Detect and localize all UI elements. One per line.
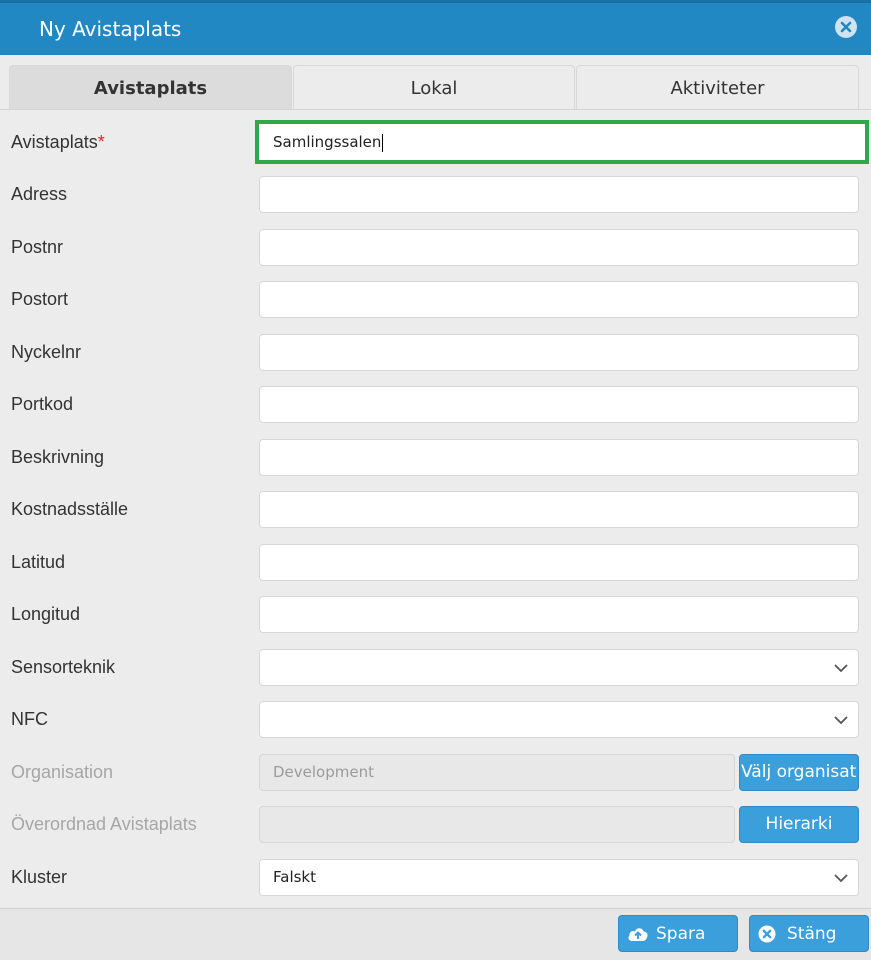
dialog-header: Ny Avistaplats xyxy=(0,0,871,55)
postnr-input[interactable] xyxy=(259,229,859,266)
close-circle-icon xyxy=(758,925,776,943)
portkod-input[interactable] xyxy=(259,386,859,423)
form-row-nfc: NFC xyxy=(0,693,871,745)
beskrivning-input[interactable] xyxy=(259,439,859,476)
sensorteknik-select[interactable] xyxy=(259,649,859,686)
kostnadsstalle-input[interactable] xyxy=(259,491,859,528)
close-label: Stäng xyxy=(787,924,837,944)
form-row-kostnadsstalle: Kostnadsställe xyxy=(0,483,871,535)
sensorteknik-label: Sensorteknik xyxy=(11,657,116,677)
adress-input[interactable] xyxy=(259,176,859,213)
form-row-nyckelnr: Nyckelnr xyxy=(0,326,871,378)
form-row-beskrivning: Beskrivning xyxy=(0,431,871,483)
organisation-input: Development xyxy=(259,754,735,791)
tab-avistaplats[interactable]: Avistaplats xyxy=(9,65,292,109)
postort-label: Postort xyxy=(11,289,69,309)
avistaplats-label-text: Avistaplats xyxy=(11,132,98,152)
form-row-adress: Adress xyxy=(0,168,871,220)
kostnadsstalle-label: Kostnadsställe xyxy=(11,499,129,519)
overordnad-label: Överordnad Avistaplats xyxy=(11,814,197,834)
adress-label: Adress xyxy=(11,184,68,204)
latitud-label: Latitud xyxy=(11,552,66,572)
hierarchy-button[interactable]: Hierarki xyxy=(739,806,859,843)
avistaplats-label: Avistaplats* xyxy=(11,116,105,168)
avistaplats-value: Samlingssalen xyxy=(273,133,382,151)
chevron-down-icon xyxy=(834,874,848,883)
form-row-overordnad: Överordnad Avistaplats Hierarki xyxy=(0,798,871,850)
chevron-down-icon xyxy=(834,664,848,673)
nfc-select[interactable] xyxy=(259,701,859,738)
chevron-down-icon xyxy=(834,716,848,725)
organisation-label: Organisation xyxy=(11,762,114,782)
kluster-value: Falskt xyxy=(273,868,316,886)
cloud-upload-icon xyxy=(628,928,648,941)
avistaplats-input[interactable]: Samlingssalen xyxy=(255,120,869,164)
text-caret xyxy=(382,133,384,152)
save-label: Spara xyxy=(656,924,706,944)
dialog-footer: Spara Stäng xyxy=(0,908,871,960)
form-row-avistaplats: Avistaplats* Samlingssalen xyxy=(0,116,871,168)
form-row-postnr: Postnr xyxy=(0,221,871,273)
form-row-longitud: Longitud xyxy=(0,588,871,640)
latitud-input[interactable] xyxy=(259,544,859,581)
tab-lokal[interactable]: Lokal xyxy=(293,65,575,109)
choose-organisation-button[interactable]: Välj organisatio xyxy=(739,754,859,791)
form-row-postort: Postort xyxy=(0,273,871,325)
tab-aktiviteter[interactable]: Aktiviteter xyxy=(576,65,859,109)
tab-bar: Avistaplats Lokal Aktiviteter xyxy=(9,65,859,109)
close-button[interactable]: Stäng xyxy=(749,915,869,952)
beskrivning-label: Beskrivning xyxy=(11,447,105,467)
form-row-organisation: Organisation Development Välj organisati… xyxy=(0,746,871,798)
kluster-select[interactable]: Falskt xyxy=(259,859,859,896)
postnr-label: Postnr xyxy=(11,237,64,257)
tab-divider xyxy=(0,109,871,110)
longitud-label: Longitud xyxy=(11,604,81,624)
dialog-title: Ny Avistaplats xyxy=(39,17,182,41)
longitud-input[interactable] xyxy=(259,596,859,633)
required-marker: * xyxy=(97,132,105,152)
form-row-sensorteknik: Sensorteknik xyxy=(0,641,871,693)
nyckelnr-label: Nyckelnr xyxy=(11,342,82,362)
save-button[interactable]: Spara xyxy=(618,915,738,952)
nfc-label: NFC xyxy=(11,709,48,729)
portkod-label: Portkod xyxy=(11,394,74,414)
form-row-portkod: Portkod xyxy=(0,378,871,430)
form-row-kluster: Kluster Falskt xyxy=(0,851,871,903)
overordnad-input xyxy=(259,806,735,843)
form-row-latitud: Latitud xyxy=(0,536,871,588)
nyckelnr-input[interactable] xyxy=(259,334,859,371)
postort-input[interactable] xyxy=(259,281,859,318)
kluster-label: Kluster xyxy=(11,867,68,887)
close-icon[interactable] xyxy=(835,16,857,38)
